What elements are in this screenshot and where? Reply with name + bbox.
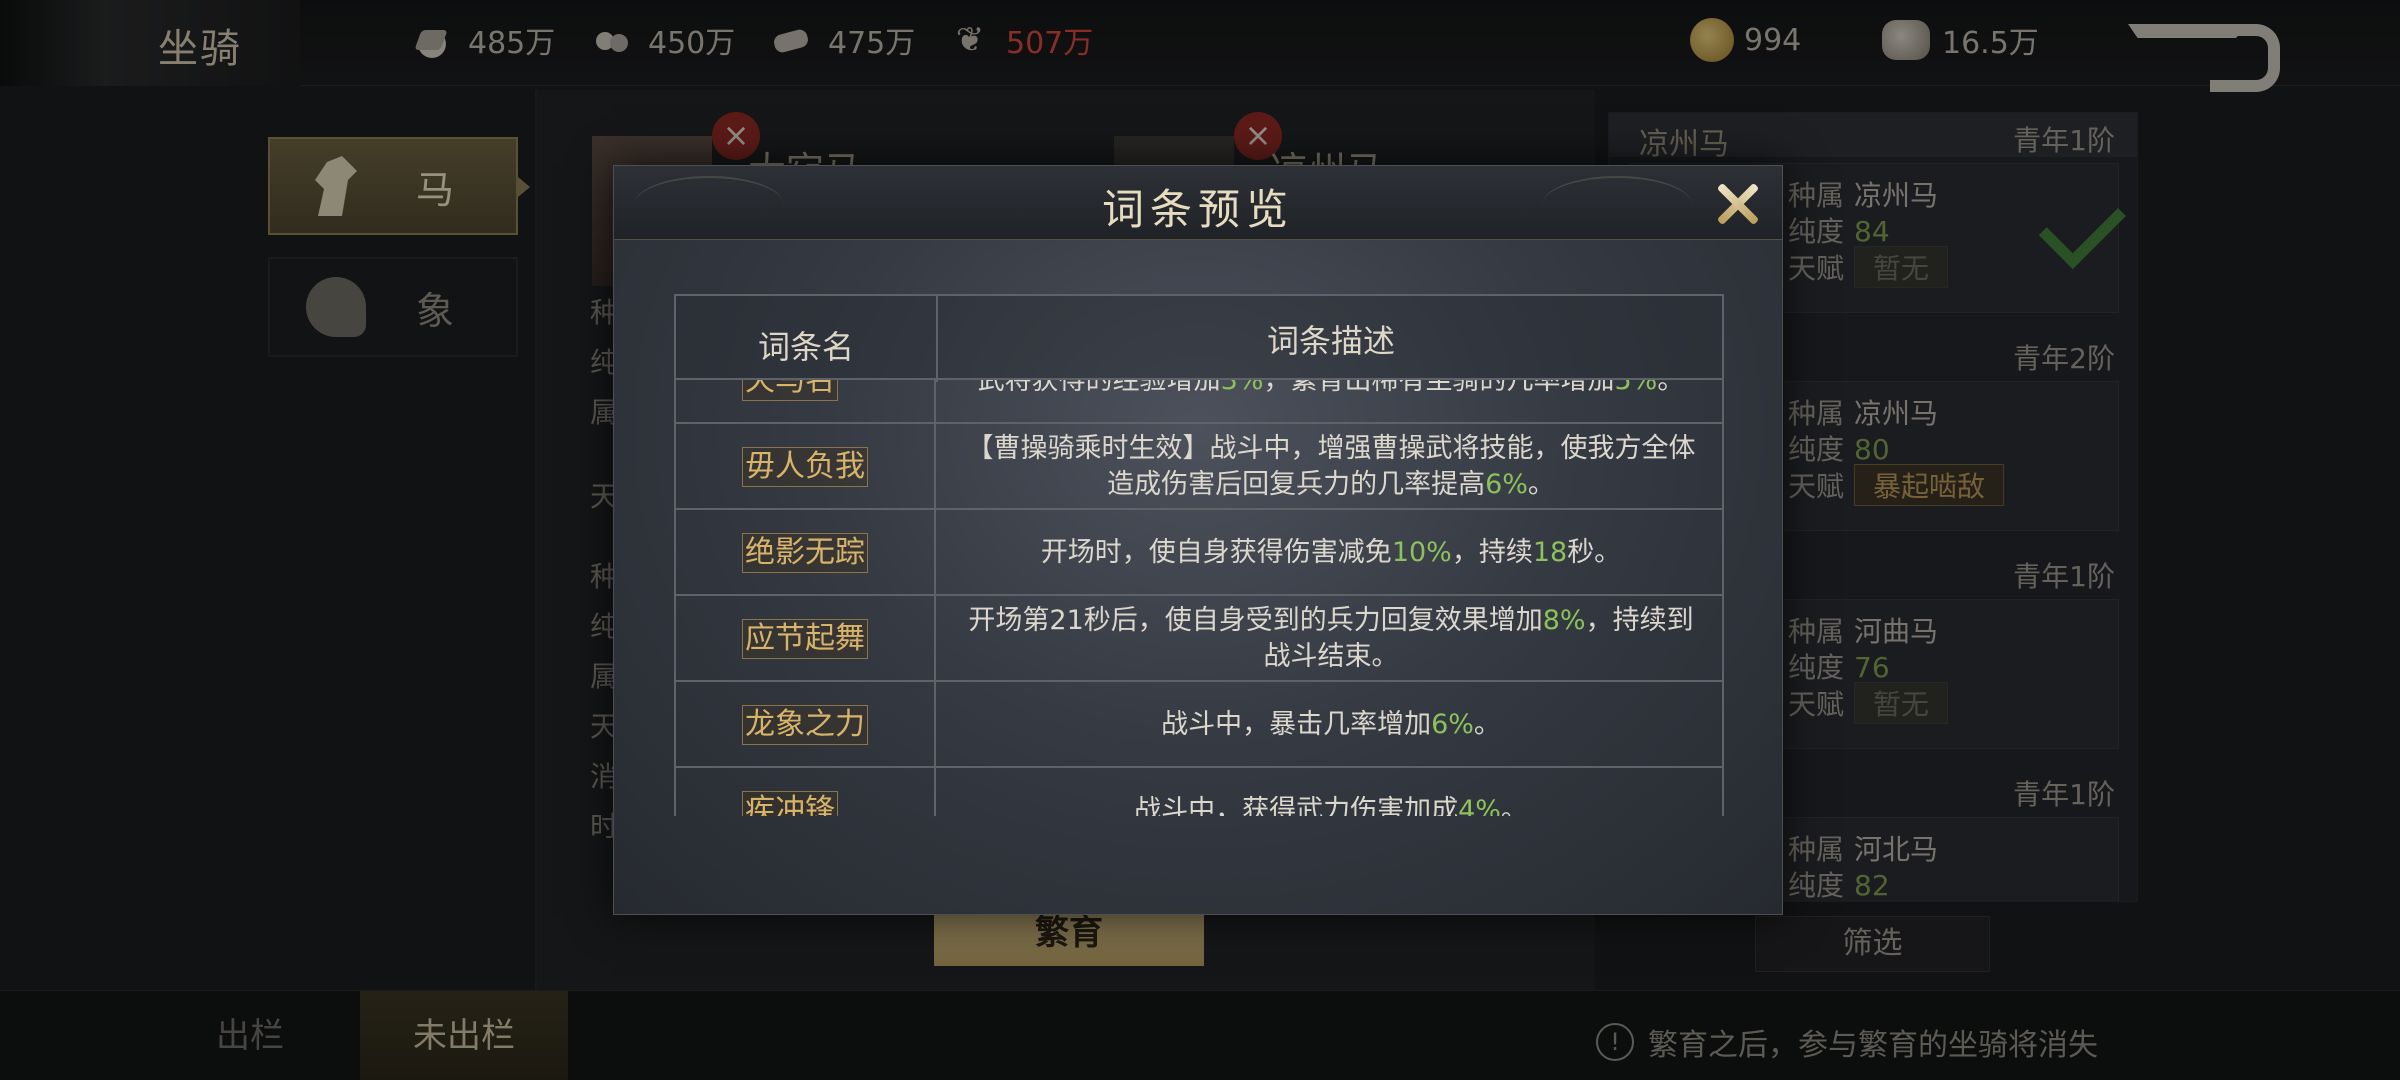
dialog-title: 词条预览 <box>1101 185 1294 234</box>
table-row: 毋人负我 【曹操骑乘时生效】战斗中，增强曹操武将技能，使我方全体造成伤害后回复兵… <box>676 424 1722 510</box>
table-header: 词条名 词条描述 <box>674 294 1724 382</box>
trait-desc: 战斗中，暴击几率增加6%。 <box>1161 709 1501 740</box>
trait-name: 疾冲锋 <box>742 791 838 816</box>
trait-name: 应节起舞 <box>742 619 868 659</box>
trait-name: 龙象之力 <box>742 705 868 745</box>
trait-name: 天马名 <box>742 380 838 401</box>
trait-desc: 开场第21秒后，使自身受到的兵力回复效果增加8%，持续到战斗结束。 <box>968 605 1694 672</box>
trait-name: 绝影无踪 <box>742 533 868 573</box>
table-row: 疾冲锋 战斗中，获得武力伤害加成4%。 <box>676 768 1722 816</box>
trait-desc: 战斗中，获得武力伤害加成4%。 <box>1134 795 1528 816</box>
trait-desc: 【曹操骑乘时生效】战斗中，增强曹操武将技能，使我方全体造成伤害后回复兵力的几率提… <box>966 433 1696 500</box>
table-row: 应节起舞 开场第21秒后，使自身受到的兵力回复效果增加8%，持续到战斗结束。 <box>676 596 1722 682</box>
table-body-scroll[interactable]: 天马名 武将获得的经验增加3%，繁育出稀有坐骑的几率增加5%。 毋人负我 【曹操… <box>674 380 1724 816</box>
trait-desc: 开场时，使自身获得伤害减免10%，持续18秒。 <box>1040 537 1622 568</box>
column-header-name: 词条名 <box>757 328 854 366</box>
column-header-desc: 词条描述 <box>1266 322 1395 360</box>
trait-preview-dialog: 词条预览 词条名 词条描述 天马名 武将获得的经验增加3%，繁育出稀有坐骑的几率… <box>613 165 1783 915</box>
trait-name: 毋人负我 <box>742 447 868 487</box>
trait-table: 词条名 词条描述 天马名 武将获得的经验增加3%，繁育出稀有坐骑的几率增加5%。… <box>674 294 1724 986</box>
trait-desc: 武将获得的经验增加3%，繁育出稀有坐骑的几率增加5%。 <box>977 380 1685 396</box>
table-row: 龙象之力 战斗中，暴击几率增加6%。 <box>676 682 1722 768</box>
table-row: 绝影无踪 开场时，使自身获得伤害减免10%，持续18秒。 <box>676 510 1722 596</box>
close-icon[interactable] <box>1710 176 1766 232</box>
table-row: 天马名 武将获得的经验增加3%，繁育出稀有坐骑的几率增加5%。 <box>676 380 1722 424</box>
